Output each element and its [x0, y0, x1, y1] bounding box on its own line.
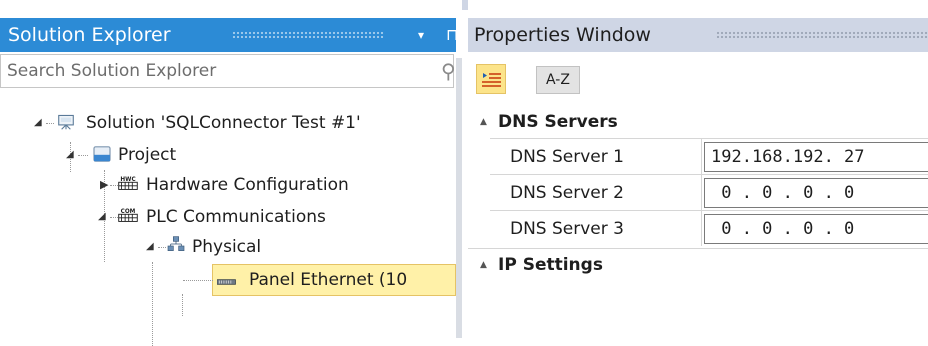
property-name: DNS Server 3: [490, 210, 702, 246]
solution-icon: [58, 114, 74, 130]
properties-toolbar: A-Z: [468, 54, 928, 104]
project-icon: [93, 146, 111, 162]
tree-item-plc-communications[interactable]: ◢ COM PLC Communications: [0, 202, 456, 232]
property-name: DNS Server 1: [490, 138, 702, 174]
properties-window-titlebar[interactable]: Properties Window: [468, 18, 928, 52]
tree-connector: [152, 262, 153, 346]
tree-item-label: Physical: [192, 237, 262, 257]
tree-connector: [182, 294, 183, 316]
tree-connector: [158, 247, 166, 248]
solution-explorer-panel: Solution Explorer ▾ ⊓ Search Solution Ex…: [0, 0, 462, 346]
ethernet-port-icon: [217, 279, 236, 285]
tree-connector: [183, 280, 213, 281]
solution-tree: ◢ Solution 'SQLConnector Test #1' ◢ Proj…: [0, 108, 456, 346]
solution-explorer-search-input[interactable]: Search Solution Explorer ⚲: [0, 54, 455, 88]
property-row-dns-server-2[interactable]: DNS Server 2 0 . 0 . 0 . 0: [468, 174, 928, 210]
tree-item-label: Solution 'SQLConnector Test #1': [86, 113, 361, 133]
tree-item-hardware-configuration[interactable]: ▶ HWC Hardware Configuration: [0, 170, 456, 200]
tree-item-physical[interactable]: ◢ Physical: [0, 232, 456, 262]
property-row-dns-server-1[interactable]: DNS Server 1 192.168.192. 27: [468, 138, 928, 174]
property-grid: ▲ DNS Servers DNS Server 1 192.168.192. …: [468, 104, 928, 328]
tree-item-label: Project: [118, 145, 177, 165]
category-ip-settings[interactable]: ▲ IP Settings: [468, 248, 928, 281]
tree-item-label: Panel Ethernet (10: [249, 270, 408, 290]
solution-explorer-titlebar[interactable]: Solution Explorer ▾ ⊓: [0, 18, 458, 52]
category-name: DNS Servers: [498, 112, 618, 132]
tree-connector: [110, 217, 118, 218]
ip-address-input[interactable]: 192.168.192. 27: [704, 142, 928, 172]
collapse-arrow-icon[interactable]: ◢: [34, 108, 42, 138]
category-dns-servers[interactable]: ▲ DNS Servers: [468, 106, 928, 138]
row-gutter: [468, 174, 490, 210]
collapse-arrow-icon[interactable]: ▲: [480, 106, 487, 138]
solution-explorer-scrollbar[interactable]: [456, 58, 462, 338]
plc-communications-icon: COM: [118, 209, 138, 222]
collapse-arrow-icon[interactable]: ◢: [146, 232, 154, 262]
titlebar-grip[interactable]: [716, 31, 928, 38]
expand-arrow-icon[interactable]: ▶: [100, 170, 108, 200]
hardware-config-icon: HWC: [118, 177, 138, 190]
tree-item-label: Hardware Configuration: [146, 175, 349, 195]
property-value-cell[interactable]: 0 . 0 . 0 . 0: [702, 174, 928, 210]
alphabetical-button[interactable]: A-Z: [536, 66, 580, 94]
tree-item-panel-ethernet[interactable]: Panel Ethernet (10: [183, 264, 456, 296]
search-placeholder: Search Solution Explorer: [7, 61, 217, 81]
tree-item-solution[interactable]: ◢ Solution 'SQLConnector Test #1': [0, 108, 456, 138]
category-name: IP Settings: [498, 255, 603, 275]
row-gutter: [468, 138, 490, 174]
network-icon: [167, 236, 185, 251]
solution-explorer-title: Solution Explorer: [8, 24, 171, 46]
properties-window-panel: Properties Window A-Z ▲ DNS Servers DNS …: [468, 0, 928, 338]
pin-icon[interactable]: ⊓: [446, 18, 458, 52]
collapse-arrow-icon[interactable]: ◢: [98, 202, 106, 232]
titlebar-grip[interactable]: [232, 31, 384, 38]
search-icon[interactable]: ⚲: [441, 59, 455, 83]
tree-connector: [110, 185, 118, 186]
row-gutter: [468, 210, 490, 246]
property-value-cell[interactable]: 192.168.192. 27: [702, 138, 928, 174]
ip-address-input[interactable]: 0 . 0 . 0 . 0: [704, 178, 928, 208]
property-name: DNS Server 2: [490, 174, 702, 210]
property-value-cell[interactable]: 0 . 0 . 0 . 0: [702, 210, 928, 246]
tree-connector: [78, 155, 88, 156]
collapse-arrow-icon[interactable]: ▲: [480, 249, 487, 281]
dropdown-icon[interactable]: ▾: [418, 18, 424, 52]
categorized-icon: [482, 73, 501, 87]
collapse-arrow-icon[interactable]: ◢: [66, 140, 74, 170]
properties-window-title: Properties Window: [474, 24, 651, 46]
tree-item-project[interactable]: ◢ Project: [0, 140, 456, 170]
tree-connector: [46, 123, 54, 124]
ip-address-input[interactable]: 0 . 0 . 0 . 0: [704, 214, 928, 244]
categorized-button[interactable]: [476, 64, 506, 94]
tree-item-label: PLC Communications: [146, 207, 326, 227]
property-row-dns-server-3[interactable]: DNS Server 3 0 . 0 . 0 . 0: [468, 210, 928, 246]
